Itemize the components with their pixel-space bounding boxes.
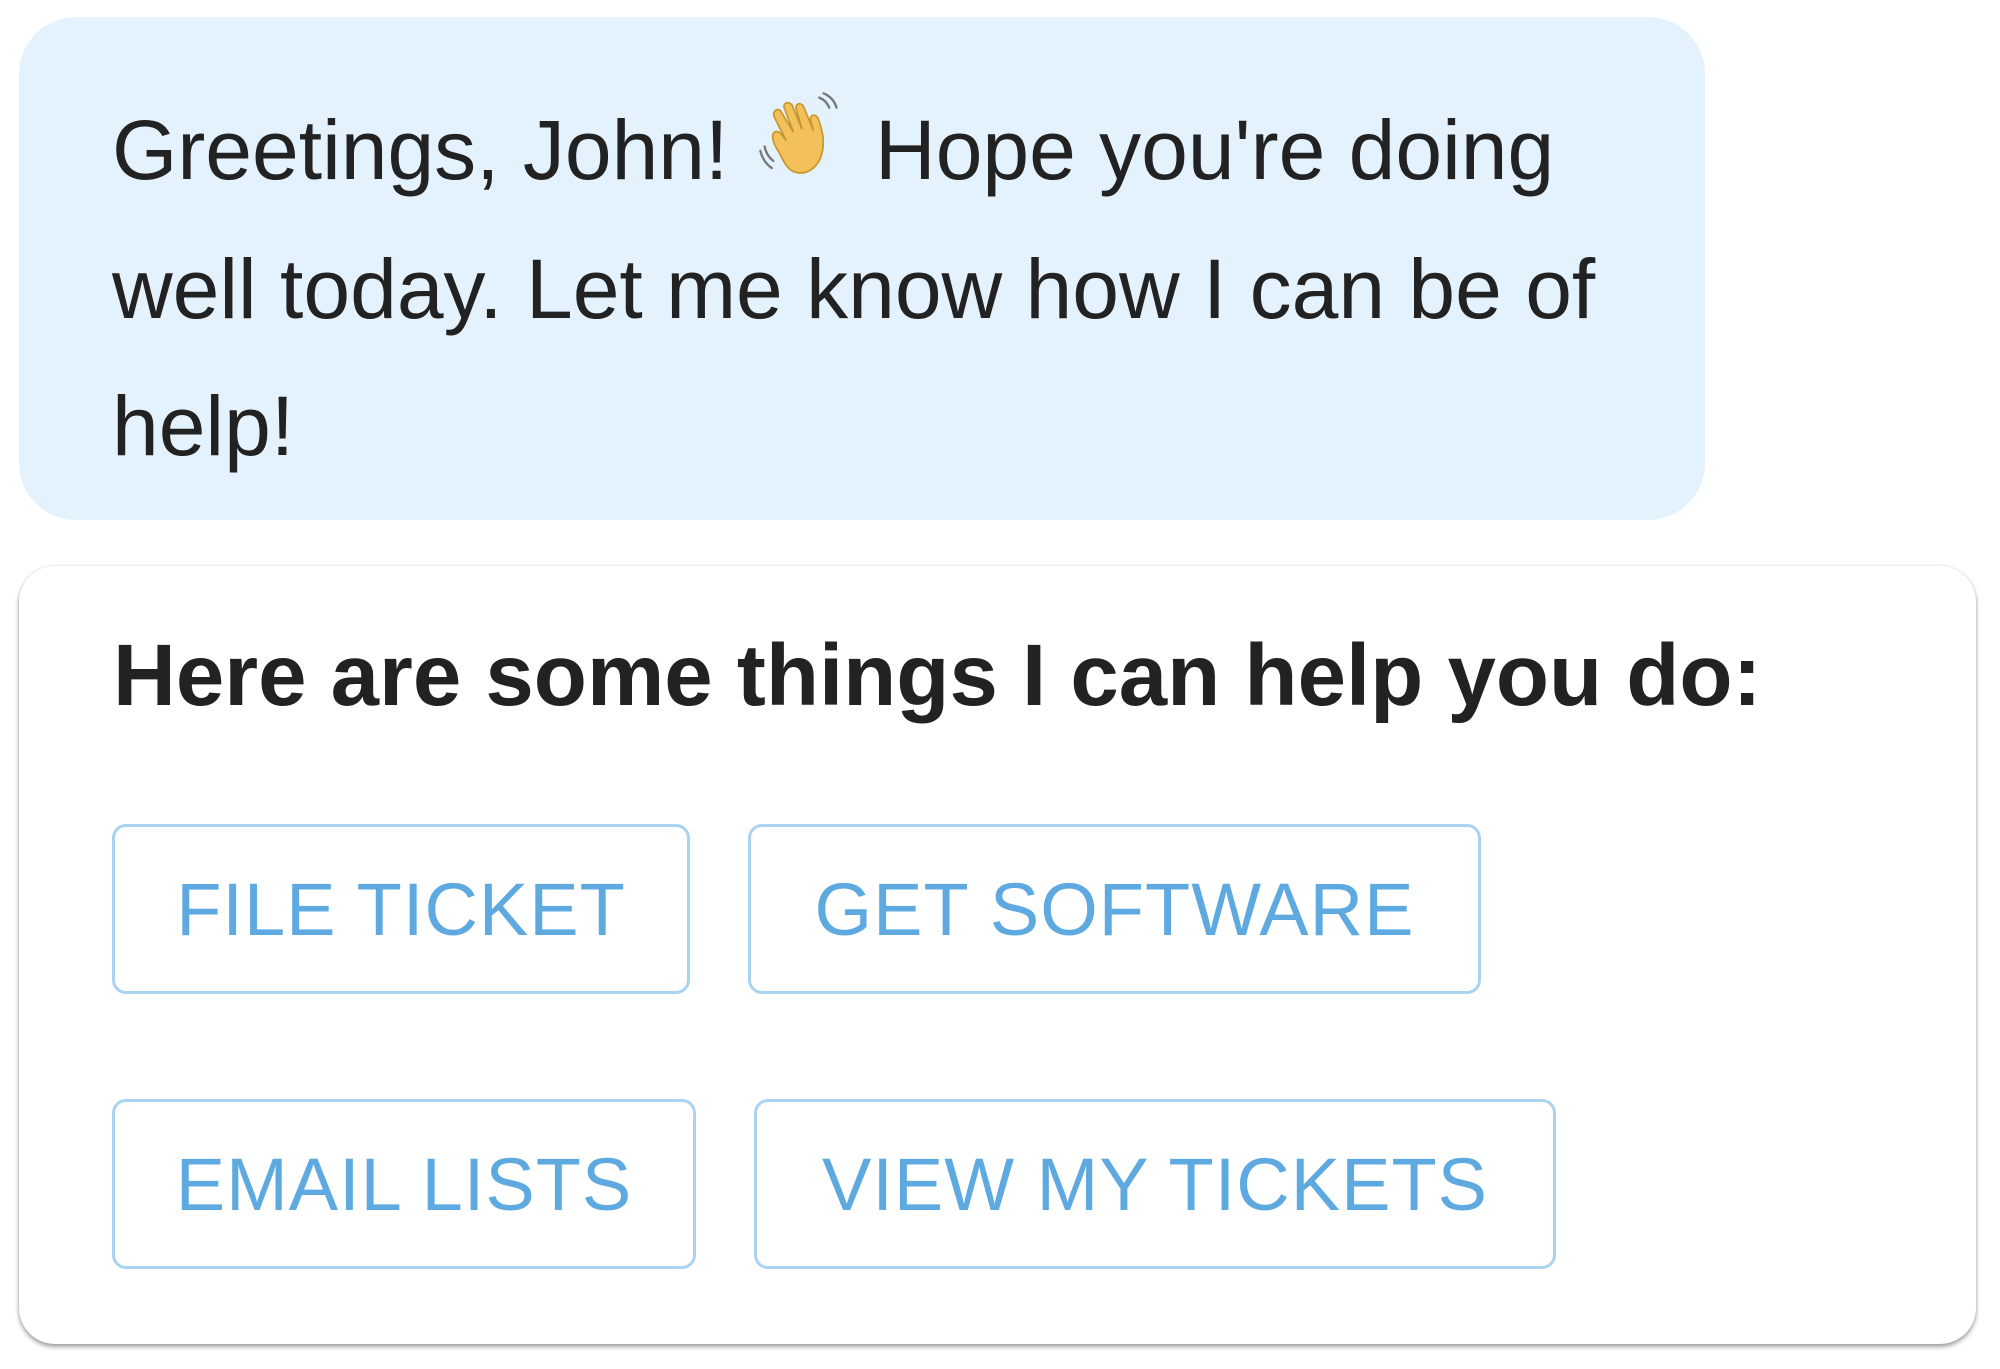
file-ticket-button[interactable]: FILE TICKET [112, 824, 690, 994]
card-title: Here are some things I can help you do: [113, 627, 1762, 724]
email-lists-button[interactable]: EMAIL LISTS [112, 1099, 696, 1269]
view-my-tickets-button[interactable]: VIEW MY TICKETS [754, 1099, 1556, 1269]
bot-greeting-bubble: Greetings, John! Hope you're doing well … [19, 17, 1705, 520]
greeting-text-start: Greetings, John! [112, 103, 729, 197]
waving-hand-icon [756, 84, 848, 221]
help-options-card: Here are some things I can help you do: … [19, 566, 1976, 1344]
get-software-button[interactable]: GET SOFTWARE [748, 824, 1481, 994]
chat-stage: Greetings, John! Hope you're doing well … [0, 0, 2000, 1369]
